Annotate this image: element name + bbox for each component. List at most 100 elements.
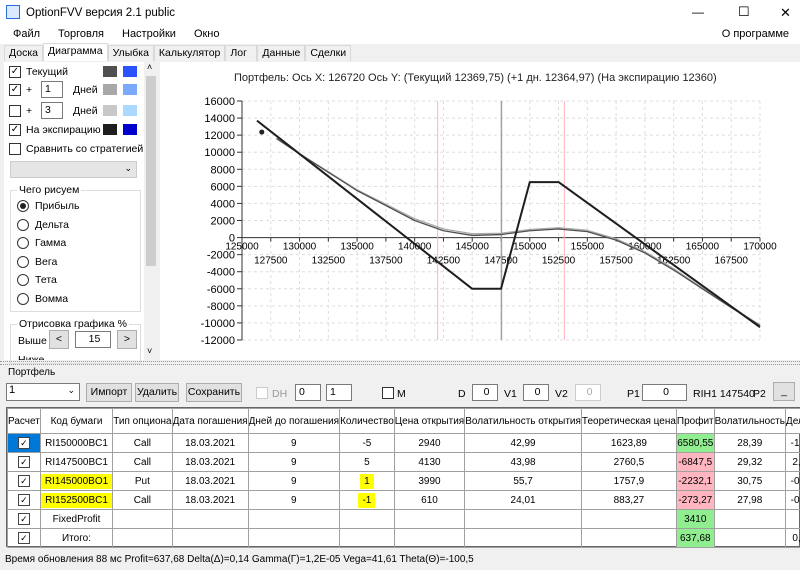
minimize-button[interactable]: —	[692, 5, 704, 19]
column-header[interactable]: Дата погашения	[171, 408, 249, 434]
plus3-color-gray[interactable]	[103, 105, 117, 116]
column-header[interactable]: Количество	[339, 408, 395, 434]
calc-checkbox-cell[interactable]: ✓	[7, 528, 41, 548]
tab-board[interactable]: Доска	[4, 45, 43, 61]
left-scrollbar[interactable]: ˄ ˅	[145, 62, 157, 360]
table-row[interactable]: ✓ RI147500BC1 Call 18.03.2021 9 5 4130 43,98 276…	[7, 452, 800, 472]
cell-value: 3410	[684, 513, 707, 525]
table-row[interactable]: ✓ RI145000BO1 Put 18.03.2021 9 1 3990 55,7 1757,…	[7, 471, 800, 491]
plus1-color-blue[interactable]	[123, 84, 137, 95]
expiration-color-blue[interactable]	[123, 124, 137, 135]
calc-checkbox[interactable]: ✓	[17, 532, 30, 544]
plus3-checkbox[interactable]	[9, 105, 21, 117]
radio-5[interactable]	[17, 292, 29, 305]
menu-trading[interactable]: Торговля	[49, 26, 113, 42]
plus3-color-blue[interactable]	[123, 105, 137, 116]
radio-2[interactable]	[17, 237, 29, 249]
close-button[interactable]: ✕	[780, 5, 791, 21]
p1-input[interactable]: 0	[642, 384, 687, 401]
column-header[interactable]: Код бумаги	[39, 408, 114, 434]
radio-0[interactable]	[17, 200, 29, 212]
calc-checkbox[interactable]: ✓	[17, 513, 30, 525]
splitter[interactable]	[0, 361, 800, 365]
current-color-blue[interactable]	[123, 66, 137, 77]
spin2-input[interactable]: 1	[326, 384, 352, 401]
calc-checkbox[interactable]: ✓	[17, 437, 30, 449]
table-row[interactable]: ✓ RI152500BC1 Call 18.03.2021 9 -1 610 24,01 883…	[7, 490, 800, 510]
above-input[interactable]: 15	[75, 331, 111, 348]
dh-checkbox[interactable]	[256, 387, 268, 399]
above-increase-button[interactable]: >	[117, 330, 137, 349]
plus1-days-input[interactable]: 1	[41, 81, 63, 98]
tab-data[interactable]: Данные	[257, 45, 306, 61]
table-row[interactable]: ✓ Итого: 637,68 0,14	[7, 528, 800, 548]
x-tick-label: 150000	[513, 242, 547, 253]
calc-checkbox-cell[interactable]: ✓	[7, 433, 41, 453]
tab-deals[interactable]: Сделки	[305, 45, 352, 61]
series-line	[256, 119, 761, 329]
cell-value: -2232,1	[678, 475, 713, 487]
column-header[interactable]: Тип опциона	[112, 408, 173, 434]
radio-3[interactable]	[17, 255, 29, 268]
tab-calculator[interactable]: Калькулятор	[153, 45, 226, 61]
current-color-gray[interactable]	[103, 66, 117, 77]
column-header[interactable]: Профит	[675, 408, 715, 434]
current-checkbox[interactable]: ✓	[9, 66, 21, 78]
calc-checkbox-cell[interactable]: ✓	[7, 452, 41, 472]
maximize-button[interactable]: ☐	[738, 4, 750, 20]
column-header[interactable]: Теоретическая цена	[580, 408, 677, 434]
column-header[interactable]: Дней до погашения	[247, 408, 341, 434]
table-cell: -0,35	[784, 471, 800, 491]
tab-diagram[interactable]: Диаграмма	[42, 43, 108, 61]
table-cell: 6580,55	[675, 433, 715, 453]
delete-button[interactable]: Удалить	[135, 383, 179, 402]
v2-input[interactable]: 0	[575, 384, 601, 401]
menu-window[interactable]: Окно	[185, 26, 229, 42]
import-button[interactable]: Импорт	[86, 383, 132, 402]
column-header[interactable]: Волатильность открытия	[464, 408, 582, 434]
tab-log[interactable]: Лог	[225, 45, 258, 61]
menu-about[interactable]: О программе	[713, 26, 798, 42]
plus3-days-input[interactable]: 3	[41, 102, 63, 119]
expiration-checkbox[interactable]: ✓	[9, 124, 21, 136]
calc-checkbox[interactable]: ✓	[17, 494, 30, 506]
table-cell	[247, 509, 341, 529]
p2-button[interactable]: _	[773, 382, 795, 401]
d-input[interactable]: 0	[472, 384, 498, 401]
menu-file[interactable]: Файл	[4, 26, 49, 42]
radio-1[interactable]	[17, 218, 29, 231]
table-row[interactable]: ✓ FixedProfit 3410	[7, 509, 800, 529]
table-cell: 3410	[675, 509, 715, 529]
table-cell: RI147500BC1	[39, 452, 114, 472]
radio-4[interactable]	[17, 274, 29, 286]
table-row[interactable]: ✓ RI150000BC1 Call 18.03.2021 9 -5 2940 42,99 16…	[7, 433, 800, 453]
calc-checkbox[interactable]: ✓	[17, 456, 30, 468]
tab-smile[interactable]: Улыбка	[107, 45, 154, 61]
calc-checkbox-cell[interactable]: ✓	[7, 490, 41, 510]
strategy-dropdown[interactable]: ⌄	[10, 161, 137, 178]
radio-label: Тета	[35, 274, 57, 286]
x-tick-label: 125000	[225, 242, 259, 253]
chart-plot[interactable]: 1600014000120001000080006000400020000-20…	[160, 62, 800, 360]
v1-input[interactable]: 0	[523, 384, 549, 401]
menu-settings[interactable]: Настройки	[113, 26, 185, 42]
portfolio-select[interactable]: 1 ⌄	[6, 383, 80, 401]
scrollbar-thumb[interactable]	[146, 76, 156, 266]
save-button[interactable]: Сохранить	[186, 383, 242, 402]
m-checkbox[interactable]	[382, 387, 394, 399]
calc-checkbox-cell[interactable]: ✓	[7, 509, 41, 529]
calc-checkbox[interactable]: ✓	[17, 475, 30, 487]
compare-checkbox[interactable]	[9, 143, 21, 155]
scroll-down-icon[interactable]: ˅	[147, 346, 152, 356]
plus1-color-gray[interactable]	[103, 84, 117, 95]
column-header[interactable]: Волатильность	[713, 408, 786, 434]
column-header[interactable]: Расчет	[7, 408, 41, 434]
expiration-color-black[interactable]	[103, 124, 117, 135]
column-header[interactable]: Цена открытия	[393, 408, 466, 434]
above-decrease-button[interactable]: <	[49, 330, 69, 349]
column-header[interactable]: Дельта	[784, 408, 800, 434]
calc-checkbox-cell[interactable]: ✓	[7, 471, 41, 491]
scroll-up-icon[interactable]: ˄	[147, 62, 152, 72]
plus1-checkbox[interactable]: ✓	[9, 84, 21, 96]
spin1-input[interactable]: 0	[295, 384, 321, 401]
